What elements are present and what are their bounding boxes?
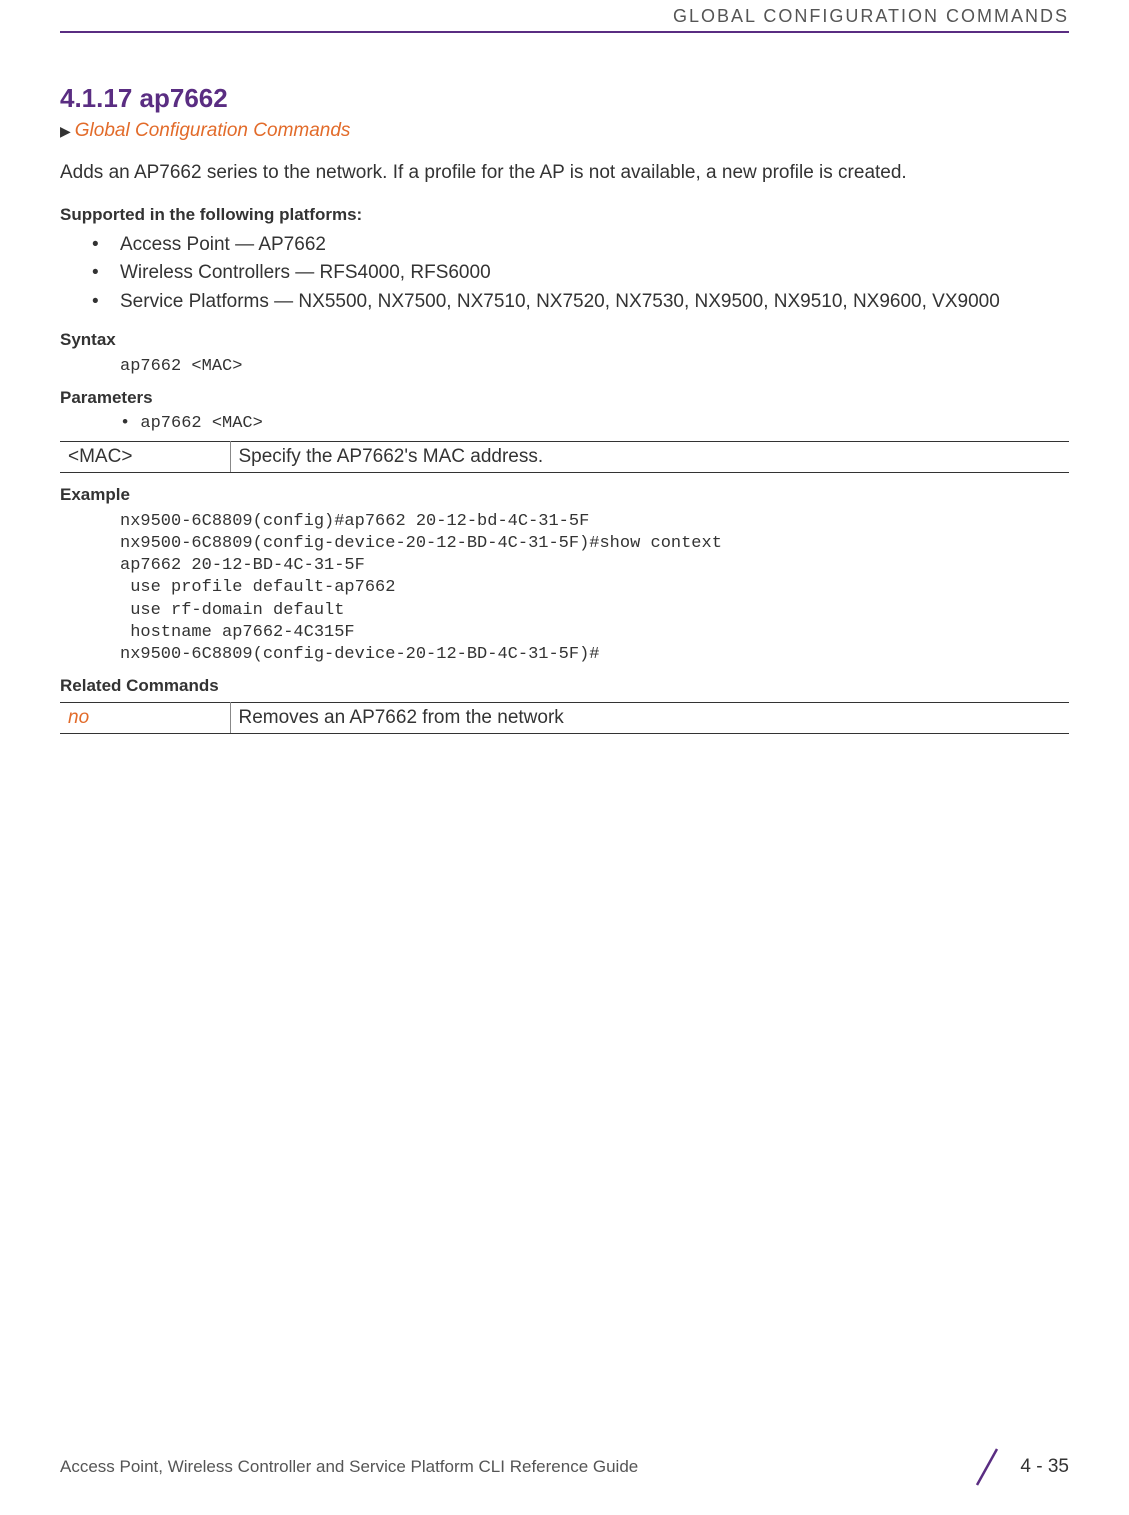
example-heading: Example — [60, 485, 1069, 505]
running-header: GLOBAL CONFIGURATION COMMANDS — [60, 0, 1069, 31]
footer-doc-title: Access Point, Wireless Controller and Se… — [60, 1457, 638, 1477]
list-item: Wireless Controllers — RFS4000, RFS6000 — [60, 259, 1069, 288]
header-rule — [60, 31, 1069, 33]
list-item: Service Platforms — NX5500, NX7500, NX75… — [60, 288, 1069, 317]
footer: Access Point, Wireless Controller and Se… — [60, 1447, 1069, 1487]
page: GLOBAL CONFIGURATION COMMANDS 4.1.17 ap7… — [0, 0, 1129, 1515]
related-heading: Related Commands — [60, 676, 1069, 696]
footer-slash-icon — [972, 1447, 1002, 1487]
syntax-heading: Syntax — [60, 330, 1069, 350]
related-desc: Removes an AP7662 from the network — [230, 702, 1069, 733]
related-table: no Removes an AP7662 from the network — [60, 702, 1069, 734]
breadcrumb-arrow-icon: ▶ — [60, 123, 71, 139]
param-desc: Specify the AP7662's MAC address. — [230, 442, 1069, 473]
param-key: <MAC> — [60, 442, 230, 473]
breadcrumb-text: Global Configuration Commands — [75, 120, 351, 141]
page-number: 4 - 35 — [1020, 1456, 1069, 1478]
parameters-heading: Parameters — [60, 388, 1069, 408]
parameters-line: ap7662 <MAC> — [120, 414, 1069, 433]
platforms-list: Access Point — AP7662 Wireless Controlle… — [60, 231, 1069, 317]
table-row: <MAC> Specify the AP7662's MAC address. — [60, 442, 1069, 473]
parameters-table: <MAC> Specify the AP7662's MAC address. — [60, 441, 1069, 473]
breadcrumb[interactable]: ▶Global Configuration Commands — [60, 120, 1069, 142]
intro-text: Adds an AP7662 series to the network. If… — [60, 160, 1069, 187]
footer-right: 4 - 35 — [972, 1447, 1069, 1487]
related-key[interactable]: no — [60, 702, 230, 733]
section-title: 4.1.17 ap7662 — [60, 83, 1069, 114]
table-row: no Removes an AP7662 from the network — [60, 702, 1069, 733]
list-item: Access Point — AP7662 — [60, 231, 1069, 260]
example-code: nx9500-6C8809(config)#ap7662 20-12-bd-4C… — [120, 511, 1069, 666]
platforms-heading: Supported in the following platforms: — [60, 205, 1069, 225]
syntax-code: ap7662 <MAC> — [120, 356, 1069, 378]
